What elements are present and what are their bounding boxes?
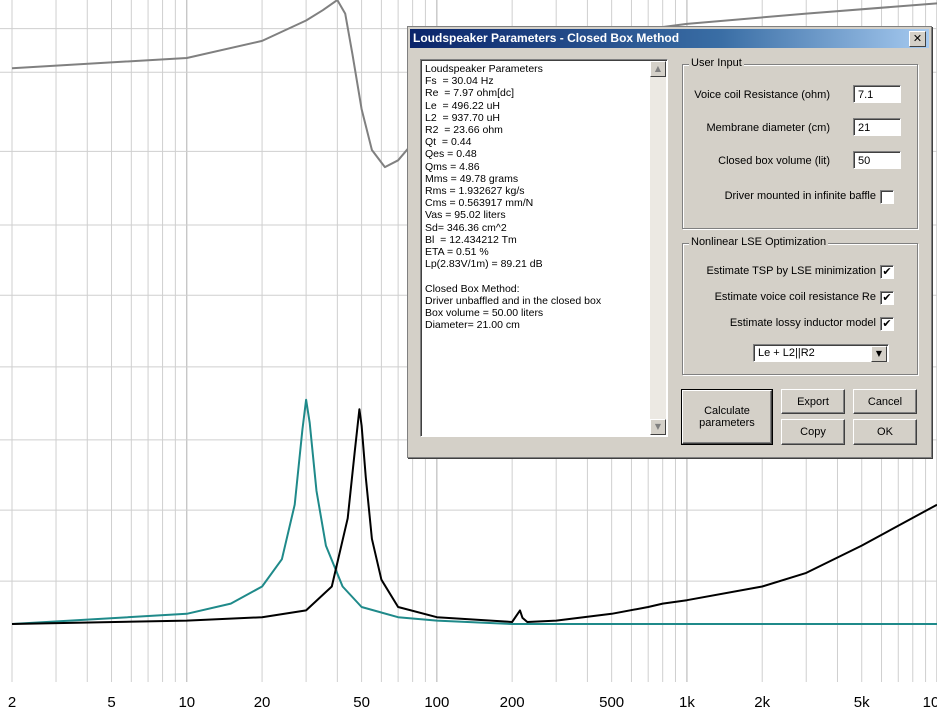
infinite-baffle-checkbox[interactable] xyxy=(880,190,894,204)
dialog-titlebar[interactable]: Loudspeaker Parameters - Closed Box Meth… xyxy=(410,29,929,48)
copy-label: Copy xyxy=(800,426,826,438)
checkmark-icon: ✔ xyxy=(882,291,892,304)
inductor-model-value: Le + L2||R2 xyxy=(758,347,815,359)
x-tick-label: 5 xyxy=(107,694,115,711)
copy-button[interactable]: Copy xyxy=(781,419,845,445)
box-volume-input[interactable]: 50 xyxy=(853,151,901,169)
estimate-re-label: Estimate voice coil resistance Re xyxy=(714,291,876,303)
user-input-group: User Input Voice coil Resistance (ohm) 7… xyxy=(682,57,918,229)
close-button[interactable]: ✕ xyxy=(909,31,926,47)
export-label: Export xyxy=(797,395,829,408)
ok-label: OK xyxy=(877,426,893,438)
results-text: Loudspeaker Parameters Fs = 30.04 Hz Re … xyxy=(425,63,602,332)
x-tick-label: 50 xyxy=(353,694,370,711)
lossy-inductor-checkbox[interactable]: ✔ xyxy=(880,317,894,331)
calculate-parameters-label: Calculate parameters xyxy=(699,405,755,429)
x-tick-label: 10 xyxy=(178,694,195,711)
x-tick-label: 20 xyxy=(254,694,271,711)
x-tick-label: 2k xyxy=(754,694,770,711)
x-tick-label: 5k xyxy=(854,694,870,711)
x-tick-label: 1k xyxy=(679,694,695,711)
lse-optimization-title: Nonlinear LSE Optimization xyxy=(689,236,829,248)
user-input-title: User Input xyxy=(689,57,744,69)
inductor-model-select[interactable]: Le + L2||R2 ▼ xyxy=(753,344,889,362)
checkmark-icon: ✔ xyxy=(882,317,892,330)
lossy-inductor-label: Estimate lossy inductor model xyxy=(729,317,876,329)
checkmark-icon: ✔ xyxy=(882,265,892,278)
close-icon: ✕ xyxy=(912,32,923,45)
voice-coil-label: Voice coil Resistance (ohm) xyxy=(694,89,830,101)
x-tick-label: 10 xyxy=(923,694,937,711)
x-tick-labels: 2 5 10 20 50 100 200 500 1k 2k 5k 10 xyxy=(8,694,937,711)
infinite-baffle-label: Driver mounted in infinite baffle xyxy=(724,190,876,202)
tsp-lse-checkbox[interactable]: ✔ xyxy=(880,265,894,279)
results-textbox[interactable]: Loudspeaker Parameters Fs = 30.04 Hz Re … xyxy=(420,59,668,437)
x-tick-label: 500 xyxy=(599,694,624,711)
dialog-title: Loudspeaker Parameters - Closed Box Meth… xyxy=(413,31,680,45)
chevron-down-icon[interactable]: ▼ xyxy=(871,346,887,362)
membrane-diameter-label: Membrane diameter (cm) xyxy=(706,122,830,134)
box-volume-label: Closed box volume (lit) xyxy=(718,155,830,167)
results-scrollbar[interactable]: ▲ ▼ xyxy=(650,61,666,435)
export-button[interactable]: Export xyxy=(781,389,845,414)
scroll-up-arrow-icon[interactable]: ▲ xyxy=(650,61,666,77)
membrane-diameter-input[interactable]: 21 xyxy=(853,118,901,136)
cancel-button[interactable]: Cancel xyxy=(853,389,917,414)
ok-button[interactable]: OK xyxy=(853,419,917,445)
cancel-label: Cancel xyxy=(867,395,903,408)
x-tick-label: 2 xyxy=(8,694,16,711)
voice-coil-input[interactable]: 7.1 xyxy=(853,85,901,103)
estimate-re-checkbox[interactable]: ✔ xyxy=(880,291,894,305)
tsp-lse-label: Estimate TSP by LSE minimization xyxy=(706,265,876,277)
x-tick-label: 200 xyxy=(500,694,525,711)
loudspeaker-parameters-dialog: Loudspeaker Parameters - Closed Box Meth… xyxy=(407,26,932,458)
calculate-parameters-button[interactable]: Calculate parameters xyxy=(681,389,773,445)
scroll-down-arrow-icon[interactable]: ▼ xyxy=(650,419,666,435)
x-tick-label: 100 xyxy=(424,694,449,711)
